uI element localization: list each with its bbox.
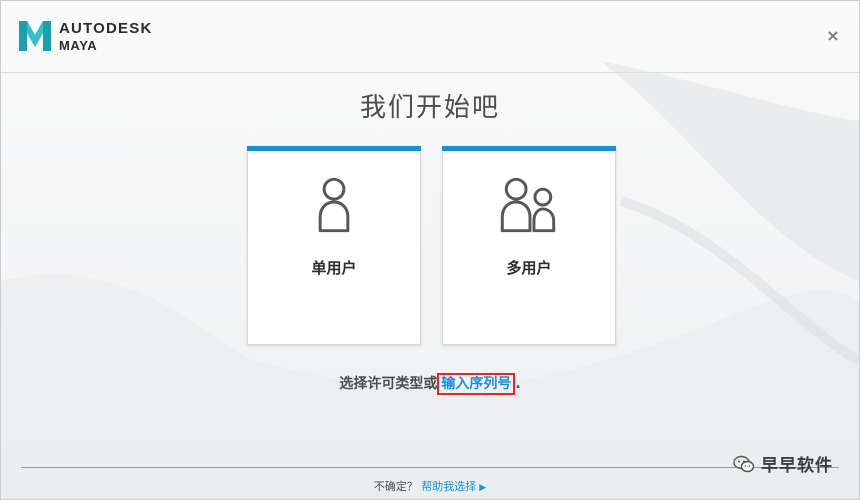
license-prompt-text: 选择许可类型或	[339, 376, 438, 392]
background-art	[1, 61, 859, 499]
multi-user-card[interactable]: 多用户	[442, 146, 616, 345]
license-prompt: 选择许可类型或 输入序列号.	[1, 373, 859, 395]
maya-logo-icon	[19, 21, 51, 51]
footer-divider	[21, 467, 839, 468]
watermark-text: 早早软件	[761, 456, 833, 476]
multi-user-label: 多用户	[506, 259, 552, 277]
wechat-icon	[733, 455, 755, 472]
close-button[interactable]: ×	[825, 28, 841, 44]
footer-help: 不确定？ 帮助我选择 ▶	[1, 478, 859, 494]
single-user-card[interactable]: 单用户	[247, 146, 421, 345]
dialog-window: AUTODESK MAYA × 我们开始吧 单用户 多用户 选择许可类型或 输入序…	[0, 0, 860, 500]
enter-serial-link[interactable]: 输入序列号	[437, 373, 516, 395]
watermark: 早早软件	[733, 451, 833, 476]
multi-user-icon	[500, 177, 556, 233]
page-title: 我们开始吧	[359, 93, 500, 123]
product-name: MAYA	[59, 37, 98, 53]
header-bar: AUTODESK MAYA ×	[1, 1, 859, 73]
help-me-choose-link[interactable]: 帮助我选择	[421, 480, 476, 493]
arrow-right-icon[interactable]: ▶	[479, 483, 486, 493]
autodesk-maya-logo: AUTODESK MAYA	[19, 19, 153, 53]
single-user-label: 单用户	[311, 259, 357, 277]
unsure-text: 不确定？	[373, 480, 418, 493]
single-user-icon	[318, 177, 350, 233]
brand-name: AUTODESK	[59, 19, 153, 37]
license-prompt-suffix: .	[515, 376, 521, 392]
